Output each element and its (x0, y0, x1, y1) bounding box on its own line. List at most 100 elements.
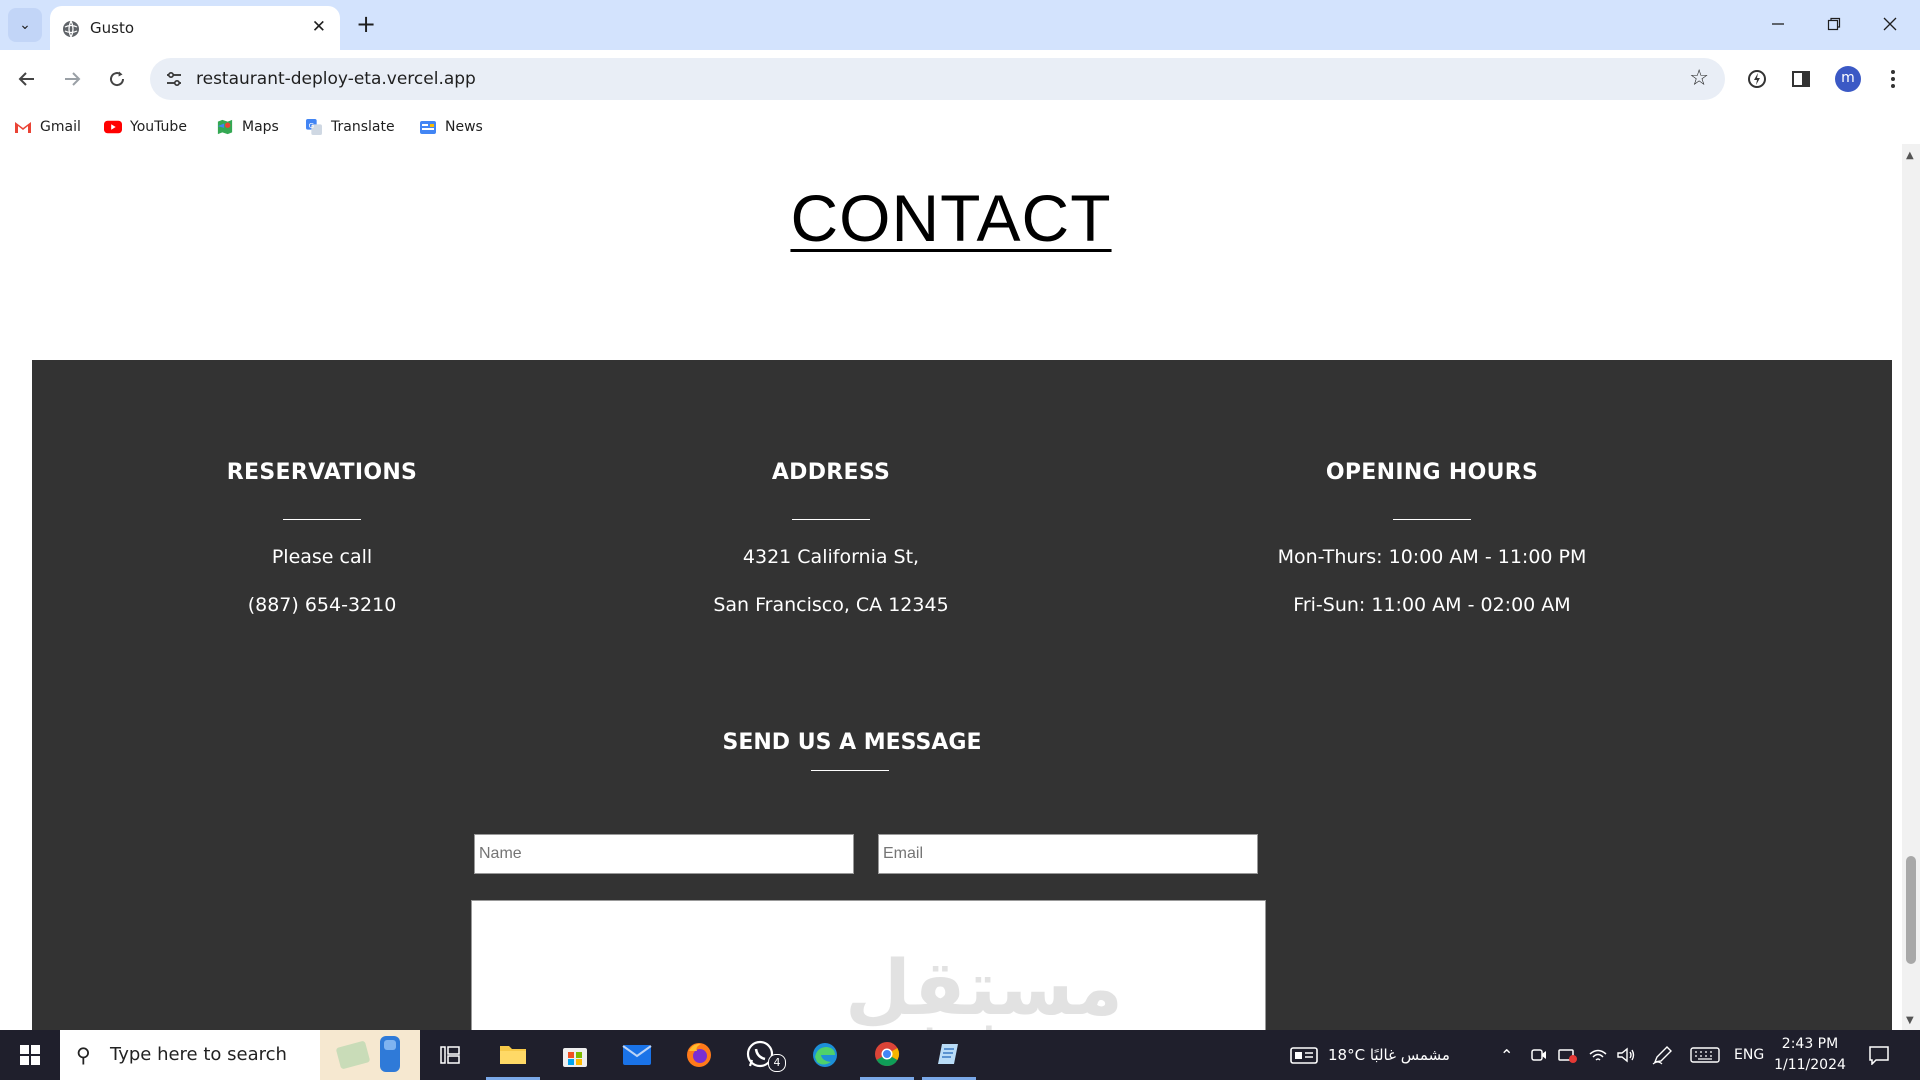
new-tab-button[interactable]: + (352, 10, 380, 38)
translate-icon: G (306, 119, 322, 135)
back-button[interactable] (10, 62, 44, 96)
active-tab[interactable]: Gusto ✕ (50, 6, 340, 50)
reload-button[interactable] (100, 62, 134, 96)
arrow-right-icon (65, 72, 81, 86)
weather-widget[interactable]: 18°C مشمس غالبًا (1290, 1030, 1450, 1080)
taskbar-search-placeholder: Type here to search (110, 1044, 287, 1065)
reservations-line: Please call (271, 546, 373, 568)
battery-warning-icon[interactable] (1558, 1030, 1578, 1080)
store-icon (563, 1048, 587, 1067)
minimize-icon (1772, 23, 1784, 25)
news-icon (420, 121, 436, 134)
contact-heading: CONTACT (0, 180, 1902, 256)
close-window-button[interactable] (1862, 6, 1918, 42)
bookmark-label: YouTube (130, 119, 187, 135)
youtube-icon (104, 120, 122, 134)
site-settings-icon[interactable] (164, 69, 184, 89)
volume-icon[interactable] (1616, 1030, 1636, 1080)
bookmark-maps[interactable]: Maps (216, 116, 279, 138)
folder-icon (500, 1045, 526, 1064)
whatsapp-button[interactable]: 4 (736, 1030, 790, 1080)
profile-avatar[interactable]: m (1835, 66, 1861, 92)
bookmark-youtube[interactable]: YouTube (104, 116, 187, 138)
pen-icon[interactable] (1652, 1030, 1674, 1080)
divider (283, 519, 361, 520)
taskbar-clock[interactable]: 2:43 PM 1/11/2024 (1770, 1034, 1850, 1076)
close-tab-icon[interactable]: ✕ (312, 17, 326, 37)
minimize-button[interactable] (1750, 6, 1806, 42)
opening-hours-title: OPENING HOURS (1325, 460, 1539, 485)
url-text: restaurant-deploy-eta.vercel.app (196, 69, 476, 89)
opening-hours-column: OPENING HOURS Mon-Thurs: 10:00 AM - 11:0… (1152, 460, 1712, 642)
hours-line: Mon-Thurs: 10:00 AM - 11:00 PM (1277, 546, 1587, 568)
address-title: ADDRESS (771, 460, 891, 485)
forward-button[interactable] (55, 62, 89, 96)
bookmark-gmail[interactable]: Gmail (14, 116, 81, 138)
menu-kebab-icon[interactable] (1878, 64, 1908, 94)
weather-text: 18°C مشمس غالبًا (1328, 1046, 1450, 1064)
chevron-down-icon: ⌄ (19, 17, 31, 33)
reservations-column: RESERVATIONS Please call (887) 654-3210 (42, 460, 602, 642)
bookmark-news[interactable]: News (419, 116, 483, 138)
reservations-phone: (887) 654-3210 (247, 594, 397, 616)
email-input[interactable] (878, 834, 1258, 874)
bookmarks-bar: Gmail YouTube Maps G Translate News (0, 108, 1920, 144)
browser-toolbar: restaurant-deploy-eta.vercel.app ☆ (0, 50, 1920, 108)
gmail-icon (15, 122, 31, 133)
meet-now-icon[interactable] (1530, 1030, 1548, 1080)
chrome-icon (875, 1041, 900, 1066)
side-panel-icon[interactable] (1786, 64, 1816, 94)
show-hidden-icons-icon[interactable]: ⌃ (1500, 1030, 1513, 1080)
close-icon (1883, 17, 1897, 31)
bookmark-translate[interactable]: G Translate (305, 116, 395, 138)
contact-heading-text: CONTACT (790, 181, 1112, 255)
task-view-icon (440, 1046, 460, 1064)
notepad-icon (938, 1043, 958, 1064)
taskbar-search-box[interactable]: ⚲ Type here to search (60, 1030, 420, 1080)
address-column: ADDRESS 4321 California St, San Francisc… (551, 460, 1111, 642)
scroll-down-arrow-icon[interactable]: ▼ (1906, 1015, 1914, 1026)
tab-title: Gusto (90, 19, 135, 37)
divider (1393, 519, 1471, 520)
address-bar[interactable]: restaurant-deploy-eta.vercel.app ☆ (150, 58, 1725, 100)
arrow-left-icon (18, 72, 34, 86)
microsoft-store-button[interactable] (548, 1030, 602, 1080)
clock-date: 1/11/2024 (1774, 1057, 1846, 1073)
address-line: 4321 California St, (742, 546, 920, 568)
tab-search-button[interactable]: ⌄ (8, 8, 42, 42)
language-indicator[interactable]: ENG (1734, 1030, 1764, 1080)
task-view-button[interactable] (423, 1030, 477, 1080)
globe-icon (63, 20, 79, 38)
chrome-button[interactable] (860, 1030, 914, 1080)
firefox-button[interactable] (672, 1030, 726, 1080)
mail-icon (622, 1045, 652, 1065)
weather-icon (1290, 1047, 1318, 1064)
restore-button[interactable] (1806, 6, 1862, 42)
svg-text:G: G (309, 121, 315, 130)
firefox-icon (687, 1043, 711, 1067)
name-input[interactable] (474, 834, 854, 874)
taskbar: ⚲ Type here to search 4 18°C مشمس غالبًا… (0, 1030, 1920, 1080)
restore-icon (1827, 17, 1841, 31)
bookmark-star-icon[interactable]: ☆ (1689, 66, 1709, 91)
notepad-button[interactable] (922, 1030, 976, 1080)
performance-icon[interactable] (1742, 64, 1772, 94)
scrollbar-thumb[interactable] (1906, 856, 1916, 964)
tab-strip: ⌄ Gusto ✕ + (0, 0, 1920, 50)
contact-footer-section: RESERVATIONS Please call (887) 654-3210 … (32, 360, 1892, 1030)
message-textarea[interactable] (471, 900, 1266, 1030)
mail-button[interactable] (610, 1030, 664, 1080)
scroll-up-arrow-icon[interactable]: ▲ (1906, 150, 1914, 161)
page-scrollbar[interactable]: ▲ ▼ (1902, 144, 1920, 1030)
notifications-icon[interactable] (1868, 1030, 1890, 1080)
start-button[interactable] (0, 1030, 60, 1080)
bookmark-label: Maps (242, 119, 279, 135)
maps-icon (217, 119, 233, 135)
reservations-title: RESERVATIONS (226, 460, 418, 485)
bookmark-label: Translate (331, 119, 395, 135)
edge-button[interactable] (798, 1030, 852, 1080)
keyboard-icon[interactable] (1690, 1030, 1720, 1080)
page-viewport: CONTACT RESERVATIONS Please call (887) 6… (0, 144, 1902, 1030)
wifi-icon[interactable] (1588, 1030, 1608, 1080)
file-explorer-button[interactable] (486, 1030, 540, 1080)
